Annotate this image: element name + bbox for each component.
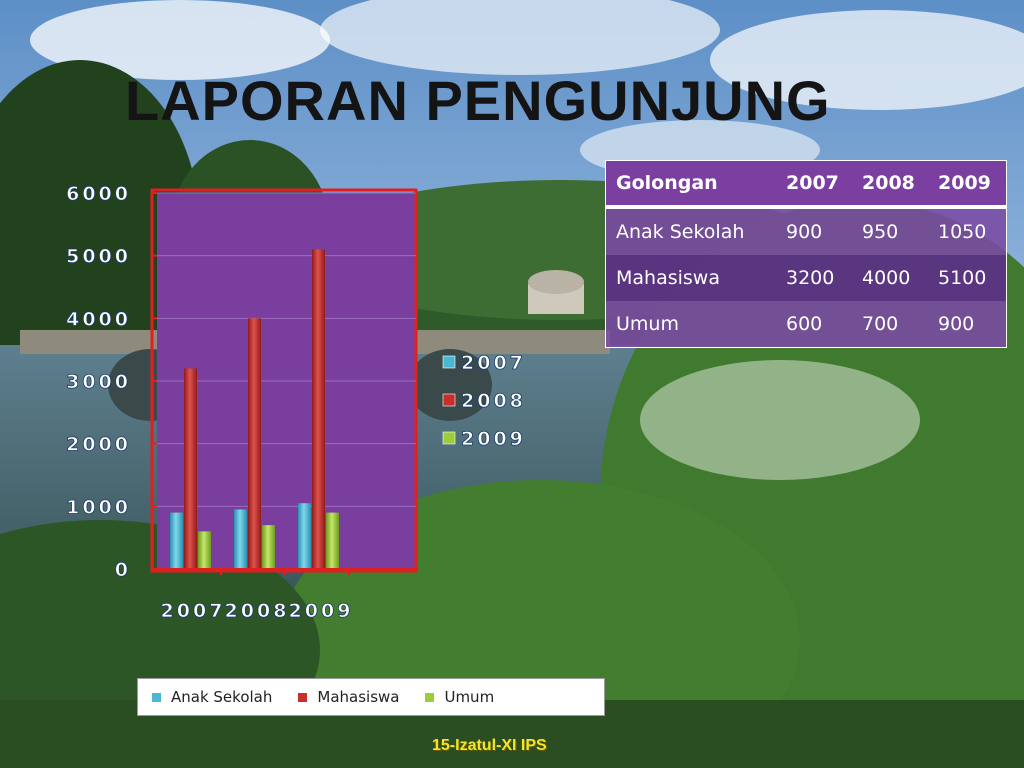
x-tick-label: 2008 <box>225 600 290 622</box>
bar-umum <box>326 512 339 569</box>
chart-legend: Anak Sekolah Mahasiswa Umum <box>137 678 605 716</box>
bar-umum <box>198 531 211 569</box>
table-cell: Anak Sekolah <box>606 207 776 255</box>
table-header-cell: Golongan <box>606 161 776 209</box>
x-tick-label: 2007 <box>161 600 226 622</box>
table-header-cell: 2007 <box>776 161 852 209</box>
side-legend-swatch-green <box>442 431 456 445</box>
bar-anak-sekolah <box>170 512 183 569</box>
y-tick-label: 3000 <box>66 371 131 393</box>
table-cell: 1050 <box>928 207 1006 255</box>
table-cell: 900 <box>776 207 852 255</box>
y-tick-label: 2000 <box>66 434 131 456</box>
y-tick-label: 4000 <box>66 308 131 330</box>
side-legend-swatch-red <box>442 393 456 407</box>
legend-label: Anak Sekolah <box>171 688 273 706</box>
side-legend-swatch-cyan <box>442 355 456 369</box>
bar-mahasiswa <box>312 249 325 569</box>
legend-item-anak-sekolah: Anak Sekolah <box>152 688 272 706</box>
table-cell: 900 <box>928 301 1006 347</box>
bar-anak-sekolah <box>298 503 311 569</box>
table-header-row: Golongan 2007 2008 2009 <box>606 161 1006 209</box>
y-tick-label: 6000 <box>66 183 131 205</box>
table-row: Umum 600 700 900 <box>606 301 1006 347</box>
legend-item-mahasiswa: Mahasiswa <box>298 688 399 706</box>
footer-author-label: 15-Izatul-XI IPS <box>432 737 547 754</box>
table-cell: 5100 <box>928 255 1006 301</box>
legend-swatch-red <box>298 692 308 702</box>
bar-mahasiswa <box>184 368 197 569</box>
y-tick-label: 5000 <box>66 246 131 268</box>
bar-anak-sekolah <box>234 509 247 569</box>
table-cell: 4000 <box>852 255 928 301</box>
legend-swatch-green <box>425 692 435 702</box>
table-cell: Mahasiswa <box>606 255 776 301</box>
bar-mahasiswa <box>248 318 261 569</box>
y-tick-label: 0 <box>115 559 131 581</box>
legend-label: Mahasiswa <box>317 688 400 706</box>
table-header-cell: 2008 <box>852 161 928 209</box>
table-row: Mahasiswa 3200 4000 5100 <box>606 255 1006 301</box>
legend-item-umum: Umum <box>425 688 494 706</box>
side-legend-label: 2008 <box>461 390 526 412</box>
side-legend-label: 2009 <box>461 428 526 450</box>
table-header-cell: 2009 <box>928 161 1006 209</box>
table-cell: 950 <box>852 207 928 255</box>
y-tick-label: 1000 <box>66 496 131 518</box>
side-legend-label: 2007 <box>461 352 526 374</box>
table-row: Anak Sekolah 900 950 1050 <box>606 207 1006 255</box>
table-cell: 3200 <box>776 255 852 301</box>
x-tick-label: 2009 <box>289 600 354 622</box>
table-cell: 600 <box>776 301 852 347</box>
legend-label: Umum <box>444 688 495 706</box>
table-cell: 700 <box>852 301 928 347</box>
table-cell: Umum <box>606 301 776 347</box>
bar-umum <box>262 525 275 569</box>
legend-swatch-cyan <box>152 692 161 702</box>
data-table: Golongan 2007 2008 2009 Anak Sekolah 900… <box>606 161 1006 347</box>
